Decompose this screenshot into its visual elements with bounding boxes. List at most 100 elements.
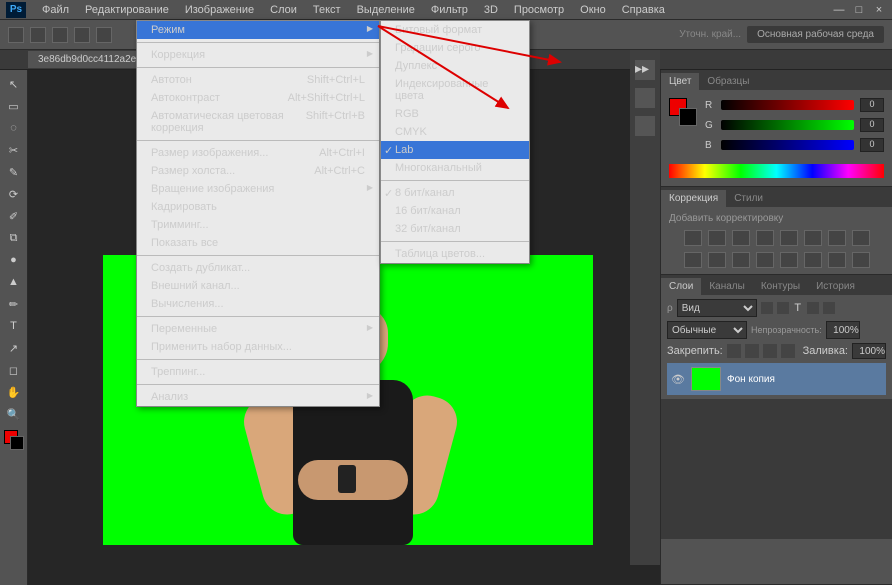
text-tool[interactable]: T xyxy=(3,316,25,336)
adj-icon[interactable] xyxy=(684,252,702,268)
menu-item[interactable]: Размер изображения...Alt+Ctrl+I xyxy=(137,144,379,162)
close-button[interactable]: × xyxy=(872,4,886,16)
tab-adjustments[interactable]: Коррекция xyxy=(661,190,726,207)
adj-icon[interactable] xyxy=(852,230,870,246)
menu-select[interactable]: Выделение xyxy=(349,1,423,19)
adj-icon[interactable] xyxy=(828,230,846,246)
eyedropper-tool[interactable]: ✎ xyxy=(3,162,25,182)
adj-icon[interactable] xyxy=(804,230,822,246)
minimize-button[interactable]: — xyxy=(832,4,846,16)
tool-preset-icon[interactable] xyxy=(8,27,24,43)
tab-swatches[interactable]: Образцы xyxy=(699,73,757,90)
b-slider[interactable] xyxy=(721,140,854,150)
visibility-icon[interactable]: 👁 xyxy=(671,372,685,386)
menu-text[interactable]: Текст xyxy=(305,1,349,19)
brush-tool[interactable]: ✐ xyxy=(3,206,25,226)
menu-item[interactable]: АвтоконтрастAlt+Shift+Ctrl+L xyxy=(137,89,379,107)
layers-empty-area[interactable] xyxy=(661,399,892,539)
zoom-tool[interactable]: 🔍 xyxy=(3,404,25,424)
adj-icon[interactable] xyxy=(780,252,798,268)
menu-file[interactable]: Файл xyxy=(34,1,77,19)
opt-icon[interactable] xyxy=(74,27,90,43)
menu-item[interactable]: Размер холста...Alt+Ctrl+C xyxy=(137,162,379,180)
menu-item[interactable]: Показать все xyxy=(137,234,379,252)
adj-icon[interactable] xyxy=(756,252,774,268)
lock-icon[interactable] xyxy=(727,344,741,358)
menu-item[interactable]: Создать дубликат... xyxy=(137,259,379,277)
menu-item[interactable]: АвтотонShift+Ctrl+L xyxy=(137,71,379,89)
adj-icon[interactable] xyxy=(780,230,798,246)
layer-thumbnail[interactable] xyxy=(691,367,721,391)
lock-icon[interactable] xyxy=(745,344,759,358)
opt-icon[interactable] xyxy=(52,27,68,43)
r-value[interactable]: 0 xyxy=(860,98,884,112)
adj-icon[interactable] xyxy=(756,230,774,246)
menu-item[interactable]: Многоканальный xyxy=(381,159,529,177)
lasso-tool[interactable]: ◌ xyxy=(3,118,25,138)
menu-image[interactable]: Изображение xyxy=(177,1,262,19)
stamp-tool[interactable]: ⧉ xyxy=(3,228,25,248)
eraser-tool[interactable]: ● xyxy=(3,250,25,270)
menu-item[interactable]: Градации серого xyxy=(381,39,529,57)
color-swatch[interactable] xyxy=(4,430,24,450)
layer-item[interactable]: 👁 Фон копия xyxy=(667,363,886,395)
path-tool[interactable]: ↗ xyxy=(3,338,25,358)
filter-icon[interactable] xyxy=(761,302,773,314)
menu-item[interactable]: Вращение изображения▶ xyxy=(137,180,379,198)
shape-tool[interactable]: ◻ xyxy=(3,360,25,380)
adj-icon[interactable] xyxy=(732,252,750,268)
menu-3d[interactable]: 3D xyxy=(476,1,506,19)
tab-color[interactable]: Цвет xyxy=(661,73,699,90)
crop-tool[interactable]: ✂ xyxy=(3,140,25,160)
fill-input[interactable] xyxy=(852,343,886,359)
workspace-selector[interactable]: Основная рабочая среда xyxy=(747,26,884,43)
tab-styles[interactable]: Стили xyxy=(726,190,771,207)
opt-icon[interactable] xyxy=(96,27,112,43)
adj-icon[interactable] xyxy=(852,252,870,268)
menu-item[interactable]: RGB xyxy=(381,105,529,123)
menu-help[interactable]: Справка xyxy=(614,1,673,19)
g-slider[interactable] xyxy=(721,120,854,130)
menu-item[interactable]: Lab✓ xyxy=(381,141,529,159)
menu-filter[interactable]: Фильтр xyxy=(423,1,476,19)
tab-channels[interactable]: Каналы xyxy=(701,278,753,295)
gradient-tool[interactable]: ▲ xyxy=(3,272,25,292)
panel-icon[interactable] xyxy=(635,88,655,108)
opt-icon[interactable] xyxy=(30,27,46,43)
adj-icon[interactable] xyxy=(828,252,846,268)
menu-item[interactable]: 8 бит/канал✓ xyxy=(381,184,529,202)
foreground-background-swatch[interactable] xyxy=(669,98,697,126)
opacity-input[interactable] xyxy=(826,321,860,339)
lock-icon[interactable] xyxy=(763,344,777,358)
adj-icon[interactable] xyxy=(708,230,726,246)
adj-icon[interactable] xyxy=(708,252,726,268)
g-value[interactable]: 0 xyxy=(860,118,884,132)
marquee-tool[interactable]: ▭ xyxy=(3,96,25,116)
menu-window[interactable]: Окно xyxy=(572,1,614,19)
layer-name[interactable]: Фон копия xyxy=(727,374,775,385)
menu-item[interactable]: Анализ▶ xyxy=(137,388,379,406)
tab-history[interactable]: История xyxy=(808,278,863,295)
tab-layers[interactable]: Слои xyxy=(661,278,701,295)
b-value[interactable]: 0 xyxy=(860,138,884,152)
filter-icon[interactable] xyxy=(823,302,835,314)
lock-icon[interactable] xyxy=(781,344,795,358)
menu-edit[interactable]: Редактирование xyxy=(77,1,177,19)
filter-icon[interactable] xyxy=(777,302,789,314)
menu-item[interactable]: CMYK xyxy=(381,123,529,141)
menu-item[interactable]: Внешний канал... xyxy=(137,277,379,295)
menu-item[interactable]: Вычисления... xyxy=(137,295,379,313)
menu-item[interactable]: 16 бит/канал xyxy=(381,202,529,220)
layer-kind-select[interactable]: Вид xyxy=(677,299,757,317)
menu-item[interactable]: Режим▶ xyxy=(137,21,379,39)
menu-item[interactable]: Тримминг... xyxy=(137,216,379,234)
adj-icon[interactable] xyxy=(684,230,702,246)
adj-icon[interactable] xyxy=(732,230,750,246)
panel-icon[interactable] xyxy=(635,116,655,136)
menu-layers[interactable]: Слои xyxy=(262,1,305,19)
menu-view[interactable]: Просмотр xyxy=(506,1,572,19)
move-tool[interactable]: ↖ xyxy=(3,74,25,94)
menu-item[interactable]: Коррекция▶ xyxy=(137,46,379,64)
expand-arrow-icon[interactable]: ▸▸ xyxy=(635,60,655,80)
adj-icon[interactable] xyxy=(804,252,822,268)
